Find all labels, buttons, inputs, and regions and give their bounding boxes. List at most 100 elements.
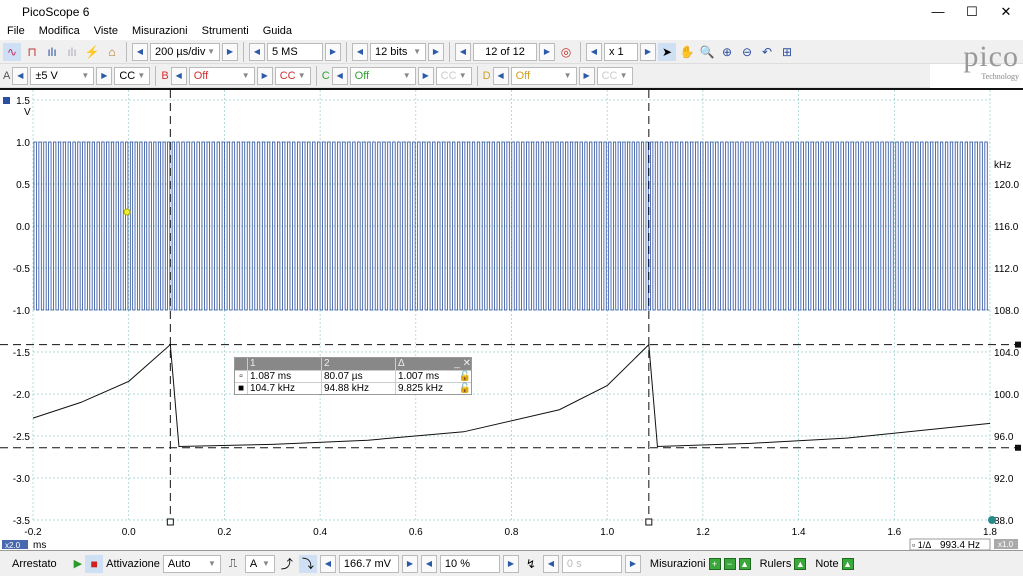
maximize-button[interactable]: ☐ [955, 0, 989, 23]
rising-edge-icon[interactable]: ⤴ [278, 555, 296, 573]
channel-d-range[interactable]: Off ▼ [510, 66, 577, 85]
auto-setup-icon[interactable]: ⚡ [83, 43, 101, 61]
trigger-type-icon[interactable]: ⎍ [224, 555, 242, 573]
channel-c-coupling[interactable]: CC ▼ [435, 66, 472, 85]
channel-c-range[interactable]: Off ▼ [349, 66, 416, 85]
channel-d-prev[interactable]: ◀ [492, 66, 509, 85]
minimize-button[interactable]: — [921, 0, 955, 23]
cell: 1.007 ms [398, 371, 440, 382]
start-icon[interactable]: ▶ [74, 557, 82, 570]
buffer-next[interactable]: ▶ [539, 42, 555, 61]
samples-prev[interactable]: ◀ [249, 42, 265, 61]
channel-a-range-value: ±5 V [35, 69, 58, 82]
rulers-button[interactable]: ▲ [794, 557, 807, 570]
serial-mode-icon[interactable]: ılı [63, 43, 81, 61]
zoom-region-icon[interactable]: 🔍 [698, 43, 716, 61]
menu-tools[interactable]: Strumenti [195, 23, 256, 40]
pretrigger-next[interactable]: ▶ [502, 554, 519, 573]
scope-plot[interactable]: -0.2 0.0 0.2 0.4 0.6 0.8 1.0 1.2 1.4 1.6 1.8 1.5 1.0… [0, 90, 1023, 551]
channel-a-range[interactable]: ±5 V ▼ [30, 66, 95, 85]
cell: 9.825 kHz [398, 383, 444, 394]
delay-value: 0 s [566, 557, 582, 570]
zoom-next[interactable]: ▶ [640, 42, 656, 61]
zoom-prev[interactable]: ◀ [586, 42, 602, 61]
channel-d-coupling[interactable]: CC ▼ [596, 66, 633, 85]
channel-a-next[interactable]: ▶ [96, 66, 113, 85]
threshold-field[interactable]: 166.7 mV [338, 554, 399, 573]
channel-c-prev[interactable]: ◀ [331, 66, 348, 85]
channel-a-coupling[interactable]: CC ▼ [114, 66, 151, 85]
pointer-tool-icon[interactable]: ➤ [658, 42, 676, 61]
buffer-field[interactable]: 12 of 12 [473, 42, 537, 61]
right-tick-label: 116.0 [994, 222, 1019, 233]
zoom-field[interactable]: x 1 [604, 42, 638, 61]
scope-view[interactable]: -0.2 0.0 0.2 0.4 0.6 0.8 1.0 1.2 1.4 1.6 1.8 1.5 1.0… [0, 88, 1023, 551]
samples-field[interactable]: 5 MS [267, 42, 323, 61]
delay-next[interactable]: ▶ [624, 554, 641, 573]
menu-edit[interactable]: Modifica [32, 23, 87, 40]
left-unit-label: V [24, 107, 31, 118]
resolution-select[interactable]: 12 bits ▼ [370, 42, 426, 61]
right-tick-label: 112.0 [994, 264, 1019, 275]
notes-button[interactable]: ▲ [841, 557, 854, 570]
channel-d-label[interactable]: D [483, 70, 491, 82]
right-tick-label: 100.0 [994, 390, 1019, 401]
delay-field[interactable]: 0 s [561, 554, 622, 573]
right-tick-label: 88.0 [994, 516, 1014, 527]
x-tick-label: 1.4 [792, 527, 806, 538]
threshold-next[interactable]: ▶ [401, 554, 418, 573]
menu-help[interactable]: Guida [256, 23, 299, 40]
zoom-overview-icon[interactable]: ⊞ [778, 43, 796, 61]
panel-close-icon[interactable]: _ ✕ [454, 358, 471, 370]
channel-c-label[interactable]: C [322, 70, 330, 82]
resolution-next[interactable]: ▶ [428, 42, 444, 61]
timebase-value: 200 µs/div [155, 45, 206, 58]
close-button[interactable]: ✕ [989, 0, 1023, 23]
lock-icon[interactable]: 🔓 [459, 371, 471, 382]
trigger-marker-icon [123, 208, 131, 216]
channel-c-next[interactable]: ▶ [417, 66, 434, 85]
channel-b-range[interactable]: Off ▼ [188, 66, 255, 85]
menu-measurements[interactable]: Misurazioni [125, 23, 195, 40]
ruler-measurements-panel[interactable]: 1 2 Δ _ ✕ ▫ 1.087 ms 80.07 µs 1.007 ms 🔓 ■ 104.7… [234, 357, 472, 395]
edit-measurement-button[interactable]: ▲ [738, 557, 751, 570]
persistence-mode-icon[interactable]: ⊓ [23, 43, 41, 61]
spectrum-mode-icon[interactable]: ılı [43, 43, 61, 61]
samples-next[interactable]: ▶ [325, 42, 341, 61]
timebase-select[interactable]: 200 µs/div ▼ [150, 42, 220, 61]
home-icon[interactable]: ⌂ [103, 43, 121, 61]
header-delta: Δ [398, 358, 405, 369]
hand-tool-icon[interactable]: ✋ [678, 43, 696, 61]
menu-file[interactable]: File [0, 23, 32, 40]
timebase-next[interactable]: ▶ [222, 42, 238, 61]
lock-icon[interactable]: 🔓 [459, 383, 471, 394]
falling-edge-icon[interactable]: ⤵ [298, 554, 317, 573]
channel-b-label[interactable]: B [161, 70, 168, 82]
trigger-source-select[interactable]: A ▼ [244, 554, 275, 573]
channel-b-prev[interactable]: ◀ [170, 66, 187, 85]
x-tick-label: 0.8 [505, 527, 519, 538]
buffer-navigator-icon[interactable]: ◎ [557, 43, 575, 61]
timebase-prev[interactable]: ◀ [132, 42, 148, 61]
stop-icon[interactable]: ■ [85, 554, 104, 573]
threshold-prev[interactable]: ◀ [319, 554, 336, 573]
zoom-in-icon[interactable]: ⊕ [718, 43, 736, 61]
scope-mode-icon[interactable]: ∿ [3, 42, 21, 61]
resolution-prev[interactable]: ◀ [352, 42, 368, 61]
trigger-mode-select[interactable]: Auto ▼ [162, 554, 221, 573]
pretrigger-field[interactable]: 10 % [439, 554, 500, 573]
channel-b-coupling[interactable]: CC ▼ [274, 66, 311, 85]
channel-a-prev[interactable]: ◀ [12, 66, 29, 85]
menu-views[interactable]: Viste [87, 23, 125, 40]
add-measurement-button[interactable]: + [708, 557, 721, 570]
delay-prev[interactable]: ◀ [542, 554, 559, 573]
post-trigger-delay-icon[interactable]: ↯ [522, 555, 540, 573]
channel-b-next[interactable]: ▶ [256, 66, 273, 85]
pretrigger-prev[interactable]: ◀ [420, 554, 437, 573]
buffer-prev[interactable]: ◀ [455, 42, 471, 61]
undo-zoom-icon[interactable]: ↶ [758, 43, 776, 61]
channel-a-label[interactable]: A [3, 70, 10, 82]
zoom-out-icon[interactable]: ⊖ [738, 43, 756, 61]
channel-d-next[interactable]: ▶ [578, 66, 595, 85]
remove-measurement-button[interactable]: − [723, 557, 736, 570]
